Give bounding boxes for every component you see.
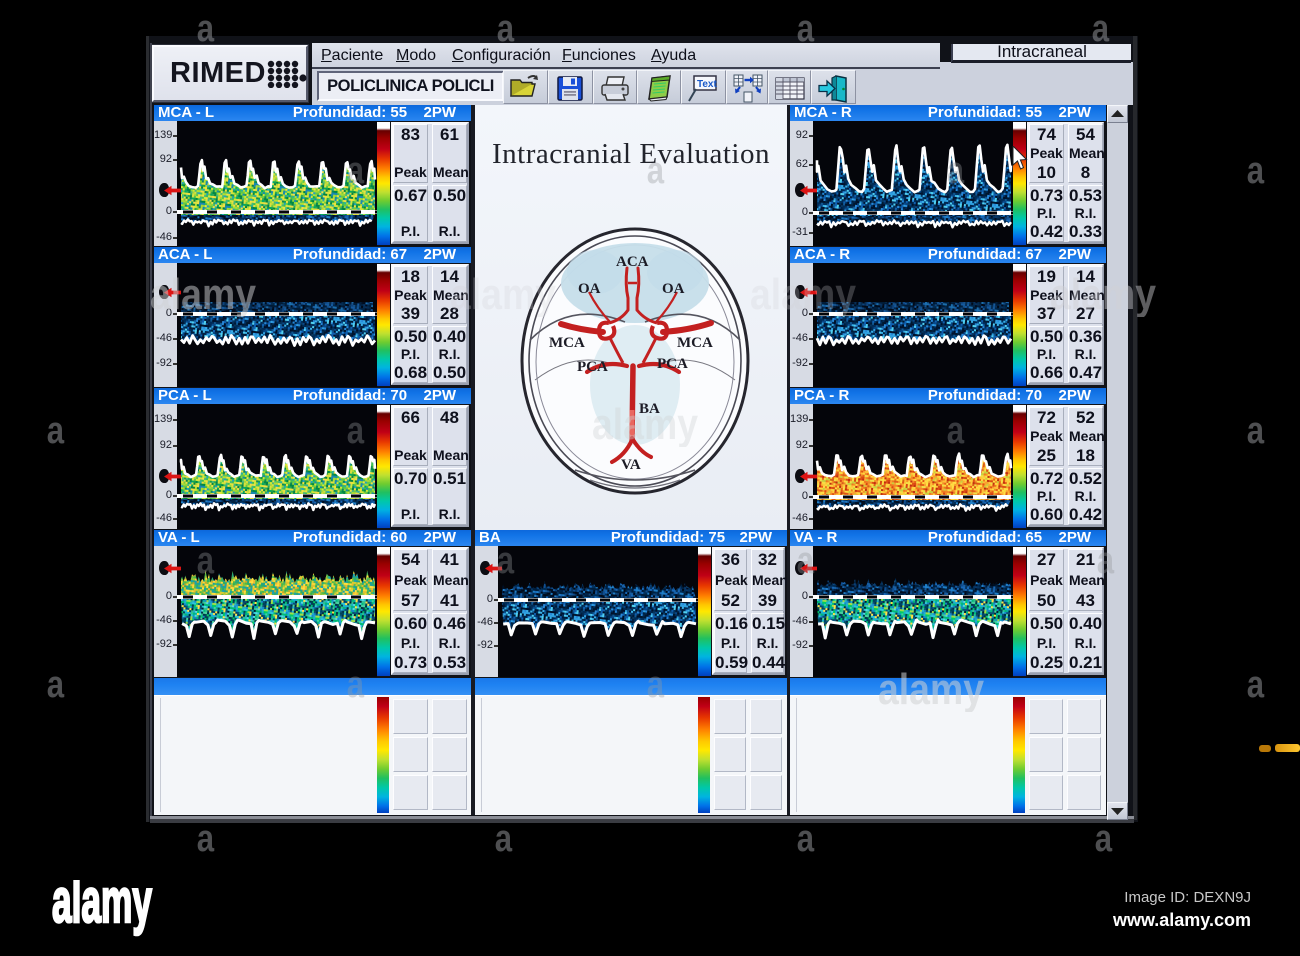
svg-text:alamy: alamy (1050, 273, 1156, 317)
svg-text:ACA: ACA (616, 254, 649, 270)
svg-text:MCA: MCA (677, 335, 713, 351)
svg-text:alamy: alamy (750, 273, 856, 317)
svg-text:alamy: alamy (878, 668, 984, 712)
svg-text:Text: Text (697, 79, 717, 90)
svg-text:OA: OA (578, 281, 601, 297)
svg-text:OA: OA (662, 281, 685, 297)
svg-text:VA: VA (621, 457, 641, 473)
svg-text:alamy: alamy (592, 403, 698, 447)
svg-text:PCA: PCA (577, 359, 608, 375)
svg-text:MCA: MCA (549, 335, 585, 351)
svg-text:alamy: alamy (150, 273, 256, 317)
svg-text:PCA: PCA (657, 356, 688, 372)
svg-text:alamy: alamy (52, 880, 152, 936)
svg-text:alamy: alamy (450, 273, 556, 317)
